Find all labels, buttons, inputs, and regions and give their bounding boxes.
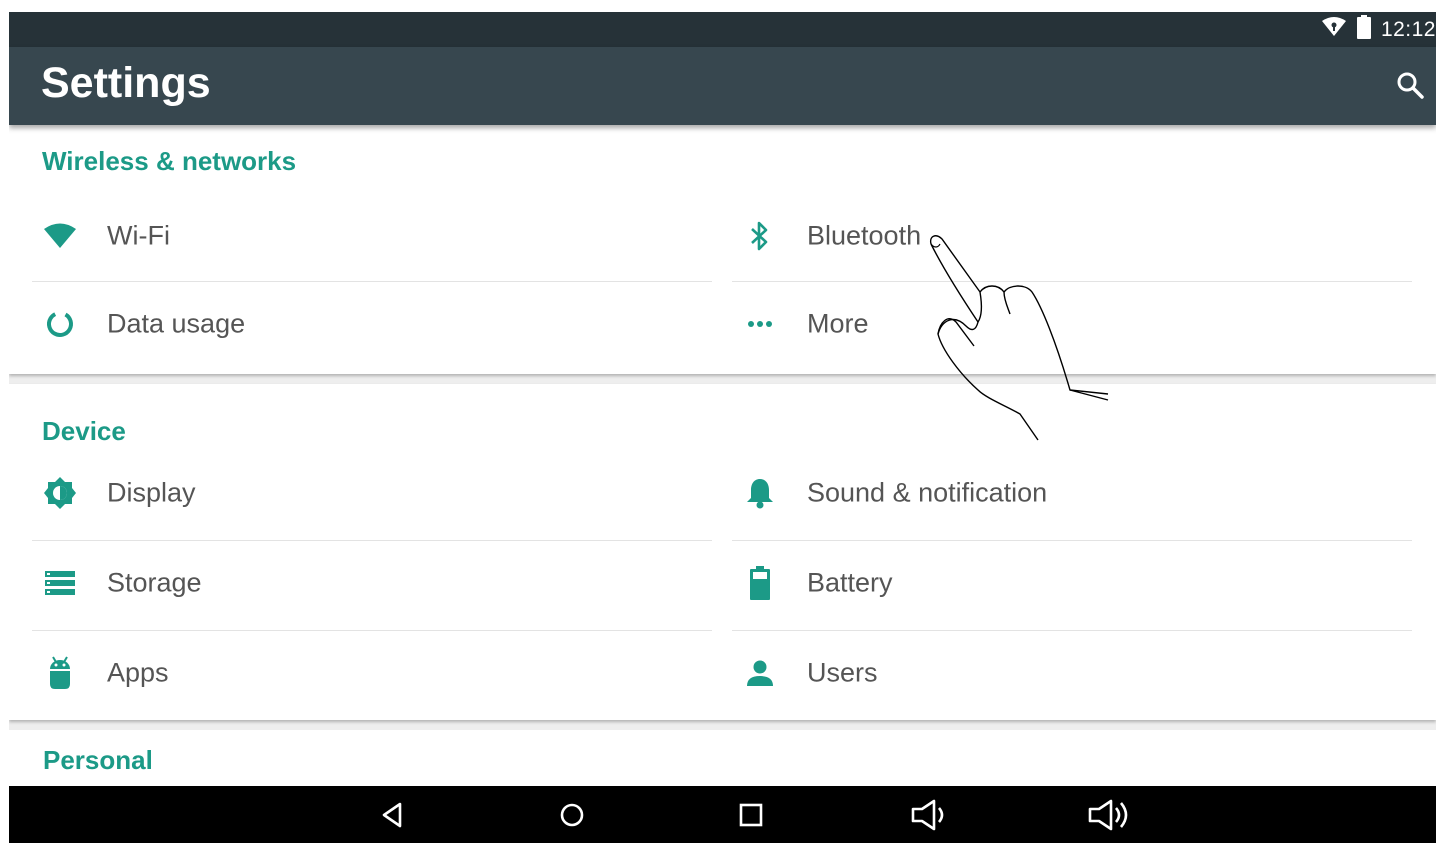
status-bar: 12:12 bbox=[9, 12, 1436, 47]
data-usage-icon bbox=[40, 304, 80, 344]
wifi-icon bbox=[40, 216, 80, 256]
setting-item-display[interactable]: Display bbox=[32, 450, 712, 536]
section-device: Device Display Sound & notification Stor… bbox=[9, 384, 1436, 720]
wifi-signal-icon bbox=[1321, 16, 1347, 44]
setting-item-bluetooth[interactable]: Bluetooth bbox=[732, 193, 1412, 279]
search-icon[interactable] bbox=[1394, 69, 1428, 103]
volume-up-icon[interactable] bbox=[1087, 794, 1131, 836]
app-bar: Settings bbox=[9, 47, 1436, 125]
setting-label: Display bbox=[107, 477, 196, 508]
battery-status-icon bbox=[1356, 14, 1371, 45]
setting-item-users[interactable]: Users bbox=[732, 630, 1412, 716]
navigation-bar bbox=[9, 786, 1436, 843]
setting-label: Users bbox=[807, 657, 878, 688]
section-title-device: Device bbox=[42, 416, 126, 446]
home-icon[interactable] bbox=[550, 794, 594, 836]
setting-label: Bluetooth bbox=[807, 220, 922, 251]
bell-icon bbox=[740, 473, 780, 513]
setting-label: Wi‑Fi bbox=[107, 220, 170, 251]
setting-item-wifi[interactable]: Wi‑Fi bbox=[32, 193, 712, 279]
setting-label: Battery bbox=[807, 567, 893, 598]
back-icon[interactable] bbox=[370, 794, 414, 836]
status-time: 12:12 bbox=[1380, 17, 1436, 41]
recents-icon[interactable] bbox=[729, 794, 773, 836]
person-icon bbox=[740, 653, 780, 693]
setting-item-data-usage[interactable]: Data usage bbox=[32, 281, 712, 367]
setting-item-more[interactable]: More bbox=[732, 281, 1412, 367]
section-personal: Personal bbox=[9, 730, 1436, 786]
status-icons: 12:12 bbox=[1321, 12, 1436, 47]
bluetooth-icon bbox=[740, 216, 780, 256]
section-title-personal: Personal bbox=[43, 745, 153, 775]
volume-down-icon[interactable] bbox=[908, 794, 952, 836]
battery-icon bbox=[740, 563, 780, 603]
section-title-wireless: Wireless & networks bbox=[42, 146, 297, 176]
setting-label: More bbox=[807, 308, 869, 339]
section-wireless: Wireless & networks Wi‑Fi Bluetooth Data… bbox=[9, 125, 1436, 374]
setting-item-battery[interactable]: Battery bbox=[732, 540, 1412, 626]
more-icon bbox=[740, 304, 780, 344]
setting-label: Sound & notification bbox=[807, 477, 1048, 508]
android-icon bbox=[40, 653, 80, 693]
storage-icon bbox=[40, 563, 80, 603]
setting-item-storage[interactable]: Storage bbox=[32, 540, 712, 626]
settings-screen: 12:12 Settings Wireless & networks Wi‑Fi… bbox=[9, 12, 1436, 843]
setting-label: Storage bbox=[107, 567, 202, 598]
setting-label: Data usage bbox=[107, 308, 246, 339]
page-title: Settings bbox=[41, 59, 211, 107]
setting-label: Apps bbox=[107, 657, 169, 688]
setting-item-apps[interactable]: Apps bbox=[32, 630, 712, 716]
brightness-icon bbox=[40, 473, 80, 513]
setting-item-sound[interactable]: Sound & notification bbox=[732, 450, 1412, 536]
